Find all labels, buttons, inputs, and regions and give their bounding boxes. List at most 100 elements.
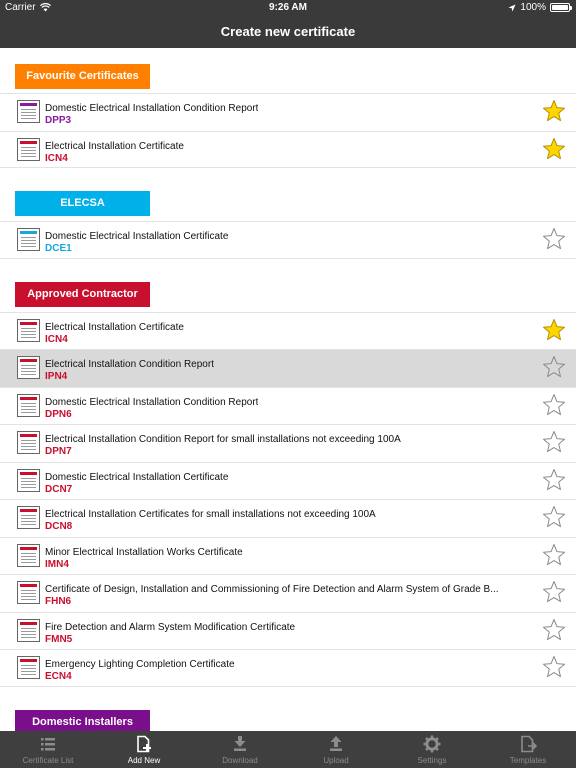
tab-upload[interactable]: Upload [288, 731, 384, 768]
item-code: FMN5 [45, 633, 73, 645]
star-outline-icon[interactable] [542, 393, 566, 417]
add-document-icon [137, 735, 151, 753]
section-header: Domestic Installers [0, 687, 576, 731]
item-title: Domestic Electrical Installation Certifi… [45, 471, 229, 483]
list-item[interactable]: Domestic Electrical Installation Certifi… [0, 461, 576, 499]
list-item[interactable]: Domestic Electrical Installation Certifi… [0, 221, 576, 259]
list-item[interactable]: Domestic Electrical Installation Conditi… [0, 93, 576, 131]
list-item[interactable]: Fire Detection and Alarm System Modifica… [0, 611, 576, 649]
status-right: 100% [508, 2, 572, 13]
tab-label: Templates [509, 756, 547, 765]
item-title: Electrical Installation Condition Report [45, 359, 214, 370]
tab-label: Settings [417, 756, 447, 765]
list-item[interactable]: Minor Electrical Installation Works Cert… [0, 536, 576, 574]
location-icon [508, 4, 516, 11]
item-title: Electrical Installation Certificates for… [45, 509, 376, 520]
document-icon [17, 100, 40, 123]
star-filled-icon[interactable] [542, 318, 566, 342]
item-code: FHN6 [45, 596, 72, 607]
tab-settings[interactable]: Settings [384, 731, 480, 768]
item-title: Minor Electrical Installation Works Cert… [45, 546, 243, 558]
tab-certificate-list[interactable]: Certificate List [0, 731, 96, 768]
upload-icon [330, 736, 342, 751]
section-header: Approved Contractor [0, 259, 576, 312]
item-title: Electrical Installation Certificate [45, 321, 184, 333]
section-header: Favourite Certificates [0, 48, 576, 93]
tab-label: Add New [127, 756, 161, 765]
item-code: ICN4 [45, 333, 68, 345]
list-item[interactable]: Electrical Installation Certificate ICN4 [0, 311, 576, 349]
list-item[interactable]: Certificate of Design, Installation and … [0, 574, 576, 612]
tab-bar: Certificate List Add New Download Upload Set… [0, 731, 576, 768]
item-code: DCN8 [45, 521, 73, 532]
star-outline-icon[interactable] [542, 430, 566, 454]
document-icon [17, 543, 40, 567]
list-item[interactable]: Electrical Installation Certificates for… [0, 499, 576, 537]
star-outline-icon[interactable] [542, 618, 566, 642]
section-title-badge: Favourite Certificates [15, 64, 150, 89]
item-title: Domestic Electrical Installation Certifi… [45, 231, 229, 242]
star-outline-icon[interactable] [542, 580, 566, 604]
page-title: Create new certificate [220, 24, 356, 39]
item-code: DCN7 [45, 483, 73, 495]
document-icon [17, 393, 40, 417]
item-code: DPP3 [45, 115, 72, 126]
document-icon [17, 468, 40, 492]
status-time: 9:26 AM [269, 2, 307, 13]
tab-download[interactable]: Download [192, 731, 288, 768]
tab-add-new[interactable]: Add New [96, 731, 192, 768]
tab-label: Download [222, 756, 258, 765]
document-icon [17, 656, 40, 679]
list-item[interactable]: Emergency Lighting Completion Certificat… [0, 649, 576, 687]
navigation-bar: Create new certificate [0, 16, 576, 48]
document-icon [17, 431, 40, 454]
list-icon [41, 738, 55, 751]
item-code: ECN4 [45, 671, 72, 682]
section-title-badge: ELECSA [15, 191, 150, 216]
list-item[interactable]: Electrical Installation Certificate ICN4 [0, 130, 576, 168]
star-filled-icon[interactable] [542, 99, 566, 123]
tab-label: Upload [323, 756, 349, 765]
item-title: Certificate of Design, Installation and … [45, 584, 499, 595]
star-outline-icon[interactable] [542, 468, 566, 492]
star-outline-icon[interactable] [542, 227, 566, 251]
star-outline-icon[interactable] [542, 355, 566, 379]
battery-icon [550, 3, 572, 12]
item-code: DCE1 [45, 243, 72, 254]
download-icon [234, 736, 246, 751]
document-icon [17, 506, 40, 529]
item-title: Domestic Electrical Installation Conditi… [45, 396, 259, 408]
document-icon [17, 137, 40, 161]
item-title: Domestic Electrical Installation Conditi… [45, 103, 259, 114]
gear-icon [423, 735, 441, 753]
item-title: Electrical Installation Certificate [45, 140, 184, 152]
section-header: ELECSA [0, 168, 576, 221]
list-item[interactable]: Electrical Installation Condition Report… [0, 424, 576, 462]
document-icon [17, 356, 40, 379]
tab-label: Certificate List [22, 756, 74, 765]
item-code: IPN4 [45, 371, 68, 382]
section-title-badge: Domestic Installers [15, 709, 150, 731]
document-icon [17, 618, 40, 642]
item-title: Electrical Installation Condition Report… [45, 434, 401, 445]
template-icon [521, 735, 537, 753]
certificate-list[interactable]: Favourite Certificates Domestic Electrica… [0, 48, 576, 731]
star-filled-icon[interactable] [542, 137, 566, 161]
status-bar: Carrier 9:26 AM 100% [0, 0, 576, 16]
star-outline-icon[interactable] [542, 543, 566, 567]
item-title: Emergency Lighting Completion Certificat… [45, 659, 235, 670]
item-code: DPN6 [45, 408, 72, 420]
star-outline-icon[interactable] [542, 505, 566, 529]
section-title-badge: Approved Contractor [15, 281, 150, 307]
list-item[interactable]: Domestic Electrical Installation Conditi… [0, 386, 576, 424]
document-icon [17, 581, 40, 604]
battery-percent: 100% [520, 2, 546, 13]
item-code: IMN4 [45, 558, 69, 570]
document-icon [17, 228, 40, 251]
star-outline-icon[interactable] [542, 655, 566, 679]
tab-templates[interactable]: Templates [480, 731, 576, 768]
document-icon [17, 318, 40, 342]
item-title: Fire Detection and Alarm System Modifica… [45, 621, 296, 633]
item-code: ICN4 [45, 152, 68, 164]
list-item[interactable]: Electrical Installation Condition Report… [0, 349, 576, 387]
